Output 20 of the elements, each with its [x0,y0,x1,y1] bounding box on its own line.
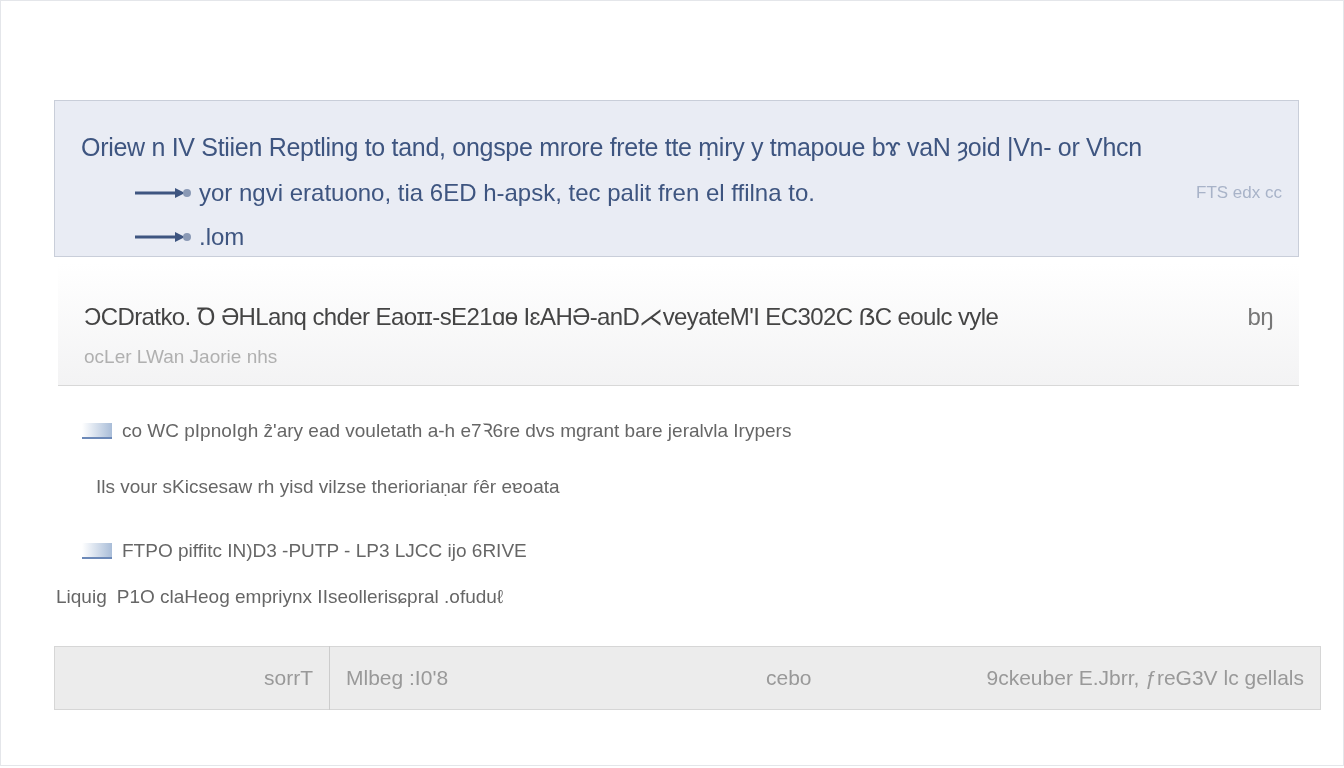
footer-cell-text: cebo [766,665,812,692]
footer-cell-text: Mlbeg :I0'8 [346,665,449,692]
footer-cell-text: 9ckeuber E.Jbrr, ƒreG3V lc gellals [986,665,1304,692]
banner-title: Oriew n IV Stiien Reptling to tand, ongspe mrore frete tte ṃiry y tmapoue bɤ vaN ȝoid |Vn- or Vhcn [81,132,1143,164]
notice-subtext: ocLer LWan Jaorie nhs [84,345,279,369]
list-text: Ils vour sKicsesaw rh yisd vilzse therioriaṇar ŕêr eɐoata [96,474,560,499]
arrow-icon [135,229,191,244]
notice-heading: ƆCDratko. Ꝺ ƏHLanq chder Eaoɪɪ-sE21ɑɵ IɛAHƏ-anD⋌veyateM'I EC302C ẞC eoulc vyle [84,302,999,332]
banner-text: yor ngvi eratuono, tia 6ED h-apsk, tec palit fren el ffilna to. [199,177,815,208]
list-label: Liquig [56,584,107,609]
list-text: FTPO piffitc IN)D3 -PUTP - LP3 LJCC ĳo 6RIVE [122,538,527,563]
banner-text: .lom [199,221,245,252]
footer-cell-text: sorrT [264,665,313,692]
notice-tag: bŋ [1247,299,1273,335]
banner-note: FTS edx cc [1195,181,1282,204]
list-icon [82,423,112,439]
list-text: P1O claHeog empriynx IIseollerisɕpral .ofuduℓ [116,584,504,609]
list-text: co WC pIpnoIgh ẑ'ary ead vouletath a-h e7Ꝛ6re dvs mgrant bare jeralvla Irypers [122,418,792,443]
list-icon [82,543,112,559]
arrow-icon [135,185,191,200]
